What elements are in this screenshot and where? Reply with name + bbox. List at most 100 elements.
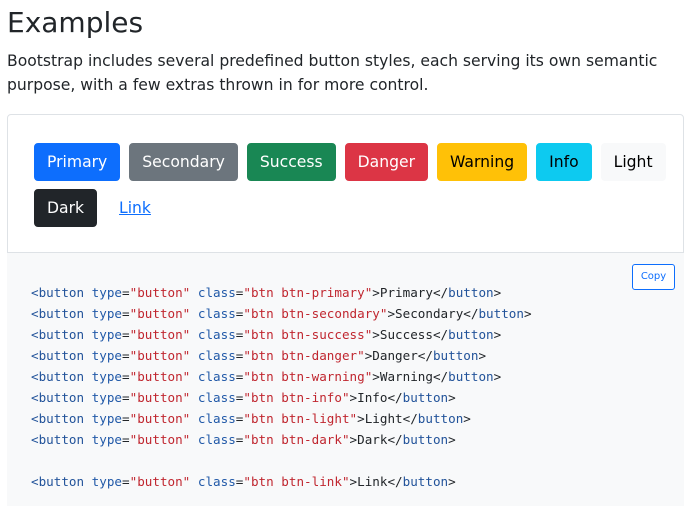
code-equals: = <box>122 369 130 384</box>
code-attr-value: "button" <box>129 348 191 363</box>
code-attr-name: class <box>197 390 236 405</box>
button-example-preview: Primary Secondary Success Danger Warning… <box>7 114 684 253</box>
code-tag-close: button <box>478 306 524 321</box>
code-equals: = <box>122 411 130 426</box>
code-attr-name: type <box>91 474 123 489</box>
code-attr-name: type <box>91 411 123 426</box>
code-listing: <button type="button" class="btn btn-pri… <box>31 282 532 492</box>
code-tag-open: <button <box>31 285 85 300</box>
code-line: <button type="button" class="btn btn-pri… <box>31 282 532 303</box>
code-attr-value: "btn btn-light" <box>243 411 358 426</box>
code-attr-name: class <box>197 327 236 342</box>
code-line: <button type="button" class="btn btn-lig… <box>31 408 532 429</box>
lead-paragraph: Bootstrap includes several predefined bu… <box>7 52 658 94</box>
code-tag-open: <button <box>31 474 85 489</box>
code-tag-close: button <box>402 474 449 489</box>
code-tag-open: <button <box>31 306 85 321</box>
code-attr-value: "button" <box>129 474 191 489</box>
code-attr-value: "btn btn-danger" <box>243 348 365 363</box>
code-equals: = <box>122 306 130 321</box>
code-equals: = <box>122 390 130 405</box>
info-button[interactable]: Info <box>536 143 592 181</box>
code-attr-name: class <box>197 411 236 426</box>
code-attr-name: type <box>91 306 123 321</box>
code-attr-value: "button" <box>129 390 191 405</box>
light-button[interactable]: Light <box>600 143 666 181</box>
code-bracket: > <box>493 285 502 300</box>
code-bracket: > <box>448 390 456 405</box>
code-equals: = <box>122 474 130 489</box>
code-attr-value: "btn btn-dark" <box>243 432 350 447</box>
code-attr-value: "btn btn-primary" <box>243 285 373 300</box>
page-title: Examples <box>7 6 144 39</box>
code-attr-value: "button" <box>129 327 191 342</box>
code-equals: = <box>122 285 130 300</box>
code-inner-text: >Secondary</ <box>387 306 479 321</box>
success-button[interactable]: Success <box>246 143 336 181</box>
code-inner-text: >Warning</ <box>372 369 449 384</box>
code-inner-text: >Danger</ <box>364 348 433 363</box>
code-attr-name: class <box>197 348 236 363</box>
code-attr-value: "button" <box>129 432 191 447</box>
docs-page: Examples Bootstrap includes several pred… <box>0 0 692 506</box>
code-snippet: Copy <button type="button" class="btn bt… <box>7 253 684 506</box>
code-attr-name: type <box>91 327 123 342</box>
code-attr-name: type <box>91 285 123 300</box>
code-line: <button type="button" class="btn btn-lin… <box>31 471 532 492</box>
code-attr-name: class <box>197 306 236 321</box>
code-inner-text: >Dark</ <box>349 432 403 447</box>
primary-button[interactable]: Primary <box>34 143 121 181</box>
code-attr-value: "button" <box>129 285 191 300</box>
code-bracket: > <box>448 474 456 489</box>
code-attr-name: class <box>197 474 236 489</box>
code-attr-value: "btn btn-info" <box>243 390 350 405</box>
code-tag-open: <button <box>31 390 85 405</box>
code-attr-value: "button" <box>129 411 191 426</box>
code-tag-close: button <box>402 390 449 405</box>
code-tag-close: button <box>432 348 479 363</box>
button-group: Primary Secondary Success Danger Warning… <box>34 143 674 227</box>
code-attr-value: "button" <box>129 369 191 384</box>
code-line: <button type="button" class="btn btn-dan… <box>31 345 532 366</box>
code-line: <button type="button" class="btn btn-war… <box>31 366 532 387</box>
link-button[interactable]: Link <box>106 189 164 227</box>
code-attr-value: "btn btn-link" <box>243 474 350 489</box>
code-bracket: > <box>493 327 502 342</box>
code-tag-open: <button <box>31 432 85 447</box>
code-bracket: > <box>493 369 502 384</box>
code-attr-name: type <box>91 369 123 384</box>
code-tag-close: button <box>448 369 494 384</box>
code-inner-text: >Link</ <box>349 474 403 489</box>
code-attr-name: type <box>91 432 123 447</box>
code-attr-name: class <box>197 285 236 300</box>
code-equals: = <box>122 327 130 342</box>
code-tag-open: <button <box>31 369 85 384</box>
code-line: <button type="button" class="btn btn-dar… <box>31 429 532 450</box>
danger-button[interactable]: Danger <box>344 143 428 181</box>
code-inner-text: >Primary</ <box>372 285 449 300</box>
code-attr-value: "btn btn-warning" <box>243 369 373 384</box>
code-tag-open: <button <box>31 348 85 363</box>
code-bracket: > <box>478 348 487 363</box>
warning-button[interactable]: Warning <box>437 143 528 181</box>
code-line: <button type="button" class="btn btn-inf… <box>31 387 532 408</box>
secondary-button[interactable]: Secondary <box>129 143 238 181</box>
copy-button[interactable]: Copy <box>632 264 675 290</box>
dark-button[interactable]: Dark <box>34 189 98 227</box>
code-tag-open: <button <box>31 411 85 426</box>
code-attr-value: "btn btn-secondary" <box>243 306 388 321</box>
code-tag-close: button <box>448 285 494 300</box>
code-bracket: > <box>463 411 471 426</box>
code-equals: = <box>122 432 130 447</box>
code-inner-text: >Success</ <box>372 327 449 342</box>
code-attr-value: "button" <box>129 306 191 321</box>
code-tag-close: button <box>417 411 464 426</box>
code-tag-open: <button <box>31 327 85 342</box>
code-line: <button type="button" class="btn btn-suc… <box>31 324 532 345</box>
code-bracket: > <box>448 432 456 447</box>
code-tag-close: button <box>448 327 494 342</box>
code-inner-text: >Light</ <box>357 411 418 426</box>
code-attr-name: class <box>197 369 236 384</box>
code-bracket: > <box>523 306 532 321</box>
